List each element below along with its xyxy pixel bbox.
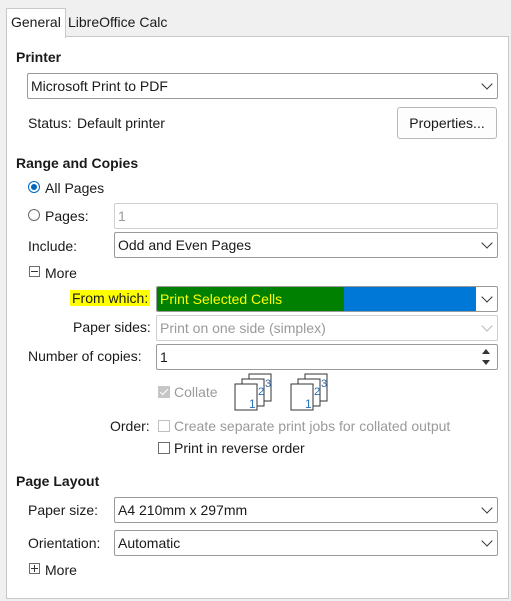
tab-libreoffice-calc[interactable]: LibreOffice Calc — [64, 9, 171, 36]
pages-radio[interactable] — [28, 209, 40, 221]
chevron-down-icon — [474, 316, 497, 340]
copies-value: 1 — [160, 349, 168, 365]
printer-select[interactable]: Microsoft Print to PDF — [27, 73, 498, 99]
copies-label: Number of copies: — [28, 348, 142, 364]
chevron-down-icon — [474, 498, 497, 522]
chevron-down-icon — [474, 287, 497, 311]
include-select[interactable]: Odd and Even Pages — [114, 232, 498, 258]
collate-checkbox[interactable] — [158, 386, 170, 398]
collate-pages-icon: 3 2 1 — [234, 373, 272, 411]
separate-jobs-label: Create separate print jobs for collated … — [174, 418, 451, 434]
status-value: Default printer — [77, 115, 165, 131]
pages-label: Pages: — [45, 208, 89, 224]
layout-more-expander-label[interactable]: More — [45, 562, 77, 578]
status-label: Status: — [28, 115, 72, 131]
reverse-order-checkbox[interactable] — [158, 442, 170, 454]
collate-label: Collate — [174, 384, 218, 400]
paper-size-label: Paper size: — [28, 502, 99, 518]
more-expander-label[interactable]: More — [45, 265, 77, 281]
chevron-down-icon — [474, 74, 497, 98]
paper-size-select-value: A4 210mm x 297mm — [118, 502, 248, 518]
selection-highlight — [344, 287, 476, 311]
chevron-down-icon — [474, 233, 497, 257]
paper-sides-label: Paper sides: — [73, 319, 151, 335]
pages-input-value: 1 — [118, 208, 126, 224]
svg-text:1: 1 — [249, 397, 256, 411]
page-layout-heading: Page Layout — [16, 473, 100, 489]
include-label: Include: — [28, 238, 78, 254]
spin-buttons-icon[interactable] — [476, 346, 496, 368]
from-which-select-value: Print Selected Cells — [157, 287, 344, 311]
from-which-select[interactable]: Print Selected Cells — [156, 286, 498, 312]
svg-text:3: 3 — [321, 378, 327, 390]
collate-pages-icon: 3 2 1 — [290, 373, 328, 411]
collapse-more-icon[interactable] — [29, 266, 40, 277]
all-pages-label: All Pages — [45, 180, 105, 196]
properties-button[interactable]: Properties... — [397, 107, 497, 139]
paper-sides-select-value: Print on one side (simplex) — [160, 320, 326, 336]
paper-sides-select[interactable]: Print on one side (simplex) — [156, 315, 498, 341]
copies-spinbox[interactable]: 1 — [156, 344, 498, 370]
orientation-select-value: Automatic — [118, 535, 181, 551]
svg-text:2: 2 — [258, 386, 264, 398]
include-select-value: Odd and Even Pages — [118, 237, 252, 253]
range-copies-heading: Range and Copies — [16, 155, 139, 171]
separate-jobs-checkbox[interactable] — [158, 420, 170, 432]
tab-general[interactable]: General — [6, 8, 66, 38]
order-label: Order: — [110, 418, 150, 434]
printer-select-value: Microsoft Print to PDF — [31, 78, 168, 94]
orientation-select[interactable]: Automatic — [114, 530, 498, 556]
chevron-down-icon — [474, 531, 497, 555]
from-which-label: From which: — [70, 290, 151, 306]
paper-size-select[interactable]: A4 210mm x 297mm — [114, 497, 498, 523]
svg-text:3: 3 — [265, 378, 271, 390]
svg-text:2: 2 — [314, 386, 320, 398]
printer-heading: Printer — [16, 49, 62, 65]
orientation-label: Orientation: — [28, 535, 101, 551]
reverse-order-label: Print in reverse order — [174, 440, 305, 456]
pages-input[interactable]: 1 — [114, 203, 498, 229]
expand-more-icon[interactable] — [29, 563, 40, 574]
all-pages-radio[interactable] — [28, 181, 40, 193]
svg-text:1: 1 — [305, 397, 312, 411]
